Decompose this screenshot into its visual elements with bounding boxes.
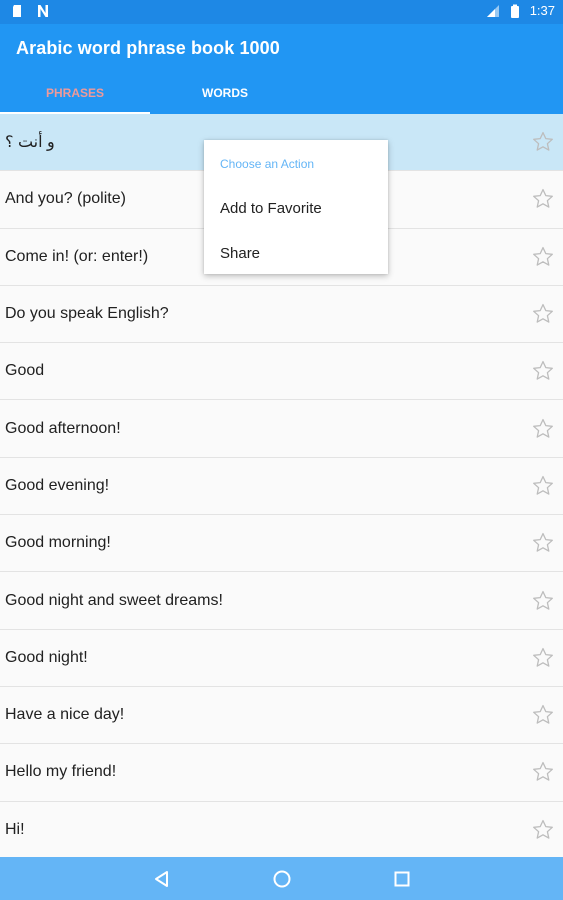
phrase-text: Good night! [5,648,88,666]
tab-phrases[interactable]: PHRASES [0,86,150,114]
phrase-text: Good night and sweet dreams! [5,591,223,609]
phrase-text: Do you speak English? [5,305,169,323]
tab-words[interactable]: WORDS [150,86,300,114]
phrase-row[interactable]: Do you speak English? [0,285,563,344]
phrase-text: Good [5,362,45,380]
favorite-star-icon[interactable] [531,760,555,784]
favorite-star-icon[interactable] [531,187,555,211]
favorite-star-icon[interactable] [531,302,555,326]
phrase-row[interactable]: Good night! [0,629,563,687]
status-time: 1:37 [529,3,555,18]
phrase-row[interactable]: Hi! [0,801,563,857]
phrase-row[interactable]: Have a nice day! [0,686,563,745]
status-bar: 1:37 [0,0,563,24]
add-to-favorite-menu-item[interactable]: Add to Favorite [220,200,322,217]
phrase-row[interactable]: Good afternoon! [0,400,563,458]
phrase-text: Have a nice day! [5,706,125,724]
phrase-text: Good afternoon! [5,419,121,437]
phrase-row[interactable]: Good morning! [0,515,563,573]
tab-words-label: WORDS [202,86,248,100]
phrase-row[interactable]: Good evening! [0,457,563,516]
battery-icon [510,4,519,18]
context-menu: Choose an Action Add to Favorite Share [204,140,388,274]
phrase-text: Good morning! [5,534,111,552]
back-icon[interactable] [150,867,174,891]
phrase-text: Good evening! [5,476,110,494]
context-menu-header: Choose an Action [220,157,315,171]
favorite-star-icon[interactable] [531,646,555,670]
favorite-star-icon[interactable] [531,589,555,613]
favorite-star-icon[interactable] [531,474,555,498]
phrase-row[interactable]: Good [0,343,563,401]
favorite-star-icon[interactable] [531,130,555,154]
phrase-row[interactable]: Hello my friend! [0,744,563,802]
favorite-star-icon[interactable] [531,531,555,555]
signal-icon [486,4,499,17]
status-right-icons: 1:37 [486,3,555,18]
sd-card-icon [13,5,21,17]
phrase-text: And you? (polite) [5,190,126,208]
notification-n-icon [38,5,48,17]
favorite-star-icon[interactable] [531,417,555,441]
phrase-text: Hi! [5,820,25,838]
home-icon[interactable] [270,867,294,891]
status-left-icons [10,4,50,18]
phrase-text: Come in! (or: enter!) [5,247,149,265]
phrase-row[interactable]: Good night and sweet dreams! [0,572,563,630]
favorite-star-icon[interactable] [531,359,555,383]
favorite-star-icon[interactable] [531,703,555,727]
app-bar: Arabic word phrase book 1000 PHRASES WOR… [0,24,563,114]
favorite-star-icon[interactable] [531,245,555,269]
favorite-star-icon[interactable] [531,818,555,842]
phrase-text: و أنت ؟ [5,134,55,152]
navigation-bar [0,857,563,900]
recents-icon[interactable] [390,867,414,891]
app-title: Arabic word phrase book 1000 [16,38,280,58]
share-menu-item[interactable]: Share [220,245,260,262]
phrase-text: Hello my friend! [5,763,117,781]
tab-phrases-label: PHRASES [45,86,104,100]
